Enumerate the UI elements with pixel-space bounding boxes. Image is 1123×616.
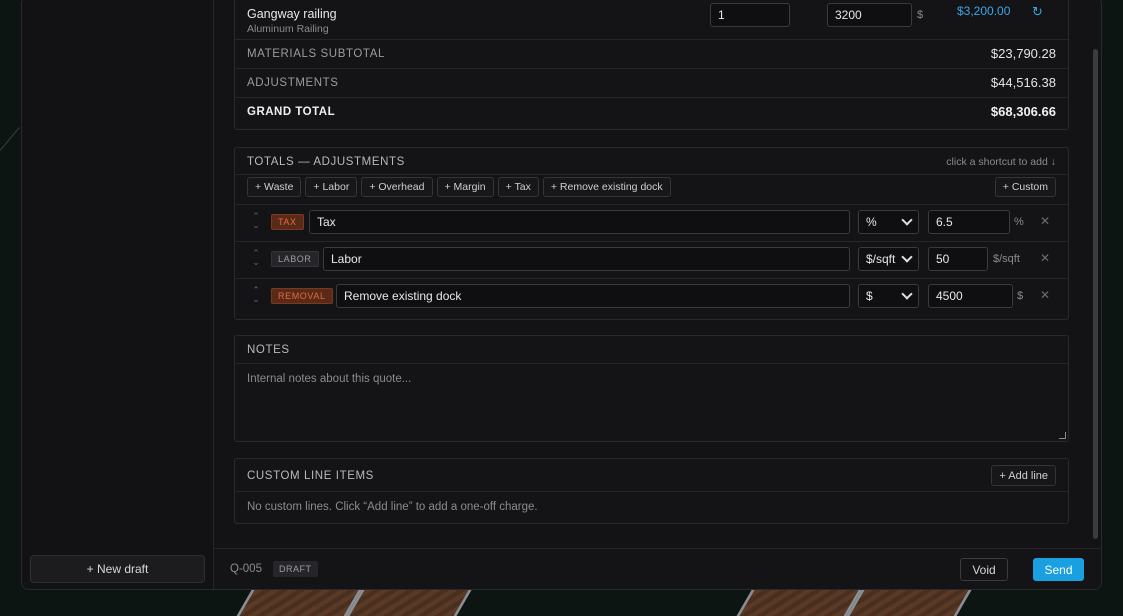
adjustment-unit-value: $/sqft <box>866 252 896 266</box>
notes-textarea[interactable]: Internal notes about this quote... <box>235 364 1068 441</box>
adjustment-name-input[interactable]: Tax <box>309 210 850 234</box>
sidebar: + New draft <box>22 0 214 589</box>
custom-lines-card: CUSTOM LINE ITEMS + Add line No custom l… <box>234 458 1069 524</box>
undo-icon[interactable]: ↻ <box>1032 4 1043 20</box>
divider <box>235 174 1068 175</box>
scrollbar[interactable] <box>1093 49 1098 539</box>
divider <box>235 204 1068 205</box>
shortcut-tax[interactable]: + Tax <box>497 177 539 197</box>
remove-adjustment-icon[interactable]: ✕ <box>1040 288 1050 302</box>
quantity-input[interactable]: 1 <box>710 3 790 27</box>
new-draft-button[interactable]: + New draft <box>30 555 205 583</box>
adjustment-unit-value: $ <box>866 289 873 303</box>
notes-card: NOTES Internal notes about this quote... <box>234 335 1069 442</box>
chevron-down-icon <box>901 288 913 300</box>
shortcut-labor[interactable]: + Labor <box>305 177 358 197</box>
quote-editor[interactable]: Gangway railing Aluminum Railing 1 3200 … <box>214 0 1101 548</box>
shortcut-remove-dock[interactable]: + Remove existing dock <box>542 177 671 197</box>
divider <box>235 278 1068 279</box>
grand-total-value: $68,306.66 <box>990 104 1056 119</box>
background-line <box>0 127 20 151</box>
reorder-handle[interactable]: ⌃ ⌄ <box>251 249 261 267</box>
adjustment-value-input[interactable]: 50 <box>928 247 988 271</box>
divider <box>235 68 1068 69</box>
custom-lines-title: CUSTOM LINE ITEMS <box>247 470 374 482</box>
quote-id: Q-005 <box>230 563 262 575</box>
materials-subtotal-label: MATERIALS SUBTOTAL <box>247 48 385 60</box>
adjustments-title: TOTALS — ADJUSTMENTS <box>247 156 405 168</box>
adjustment-unit-suffix: $ <box>1017 290 1024 302</box>
add-line-button[interactable]: + Add line <box>991 465 1056 486</box>
adjustment-tag: REMOVAL <box>271 288 333 304</box>
adjustments-card: TOTALS — ADJUSTMENTS click a shortcut to… <box>234 147 1069 320</box>
divider <box>235 491 1068 492</box>
remove-adjustment-icon[interactable]: ✕ <box>1040 214 1050 228</box>
divider <box>235 39 1068 40</box>
adjustment-name-input[interactable]: Remove existing dock <box>336 284 850 308</box>
resize-handle-icon[interactable] <box>1059 432 1066 439</box>
adjustment-value-input[interactable]: 4500 <box>928 284 1013 308</box>
divider <box>235 97 1068 98</box>
adjustment-unit-suffix: % <box>1014 216 1024 228</box>
price-input[interactable]: 3200 <box>827 3 912 27</box>
dock-decoration <box>728 590 862 616</box>
chevron-down-icon <box>901 251 913 263</box>
dock-decoration <box>338 590 472 616</box>
status-badge: DRAFT <box>273 561 318 577</box>
app-window: + New draft Gangway railing Aluminum Rai… <box>21 0 1102 590</box>
dock-decoration <box>838 590 972 616</box>
adjustment-unit-select[interactable]: $/sqft <box>858 247 919 271</box>
void-button[interactable]: Void <box>960 558 1008 581</box>
adjustments-value: $44,516.38 <box>990 75 1056 90</box>
notes-placeholder: Internal notes about this quote... <box>247 373 412 385</box>
materials-card: Gangway railing Aluminum Railing 1 3200 … <box>234 0 1069 130</box>
footer-bar: Q-005 DRAFT Void Send <box>214 548 1101 589</box>
line-item-name: Gangway railing <box>247 7 337 21</box>
reorder-handle[interactable]: ⌃ ⌄ <box>251 286 261 304</box>
adjustments-label: ADJUSTMENTS <box>247 77 339 89</box>
price-currency: $ <box>917 9 924 21</box>
adjustment-unit-value: % <box>866 215 877 229</box>
custom-lines-empty: No custom lines. Click “Add line” to add… <box>247 501 538 513</box>
dock-decoration <box>228 590 362 616</box>
adjustment-unit-suffix: $/sqft <box>993 253 1020 265</box>
materials-subtotal-value: $23,790.28 <box>990 46 1056 61</box>
shortcut-bar: + Waste + Labor + Overhead + Margin + Ta… <box>247 177 671 197</box>
divider <box>235 241 1068 242</box>
shortcut-margin[interactable]: + Margin <box>436 177 494 197</box>
remove-adjustment-icon[interactable]: ✕ <box>1040 251 1050 265</box>
adjustment-value-input[interactable]: 6.5 <box>928 210 1010 234</box>
reorder-handle[interactable]: ⌃ ⌄ <box>251 212 261 230</box>
shortcut-waste[interactable]: + Waste <box>247 177 302 197</box>
new-draft-label: + New draft <box>86 562 149 576</box>
adjustments-hint: click a shortcut to add ↓ <box>946 156 1056 168</box>
main-panel: Gangway railing Aluminum Railing 1 3200 … <box>214 0 1101 589</box>
notes-title: NOTES <box>247 344 290 356</box>
line-item-subtitle: Aluminum Railing <box>247 23 329 35</box>
adjustment-unit-select[interactable]: % <box>858 210 919 234</box>
chevron-down-icon <box>901 214 913 226</box>
adjustment-unit-select[interactable]: $ <box>858 284 919 308</box>
adjustment-tag: TAX <box>271 214 304 230</box>
send-button[interactable]: Send <box>1033 558 1084 581</box>
adjustment-tag: LABOR <box>271 251 319 267</box>
shortcut-overhead[interactable]: + Overhead <box>361 177 433 197</box>
grand-total-label: GRAND TOTAL <box>247 106 336 118</box>
line-total: $3,200.00 <box>957 4 1011 18</box>
custom-adjustment-button[interactable]: + Custom <box>994 177 1056 197</box>
adjustment-name-input[interactable]: Labor <box>323 247 850 271</box>
